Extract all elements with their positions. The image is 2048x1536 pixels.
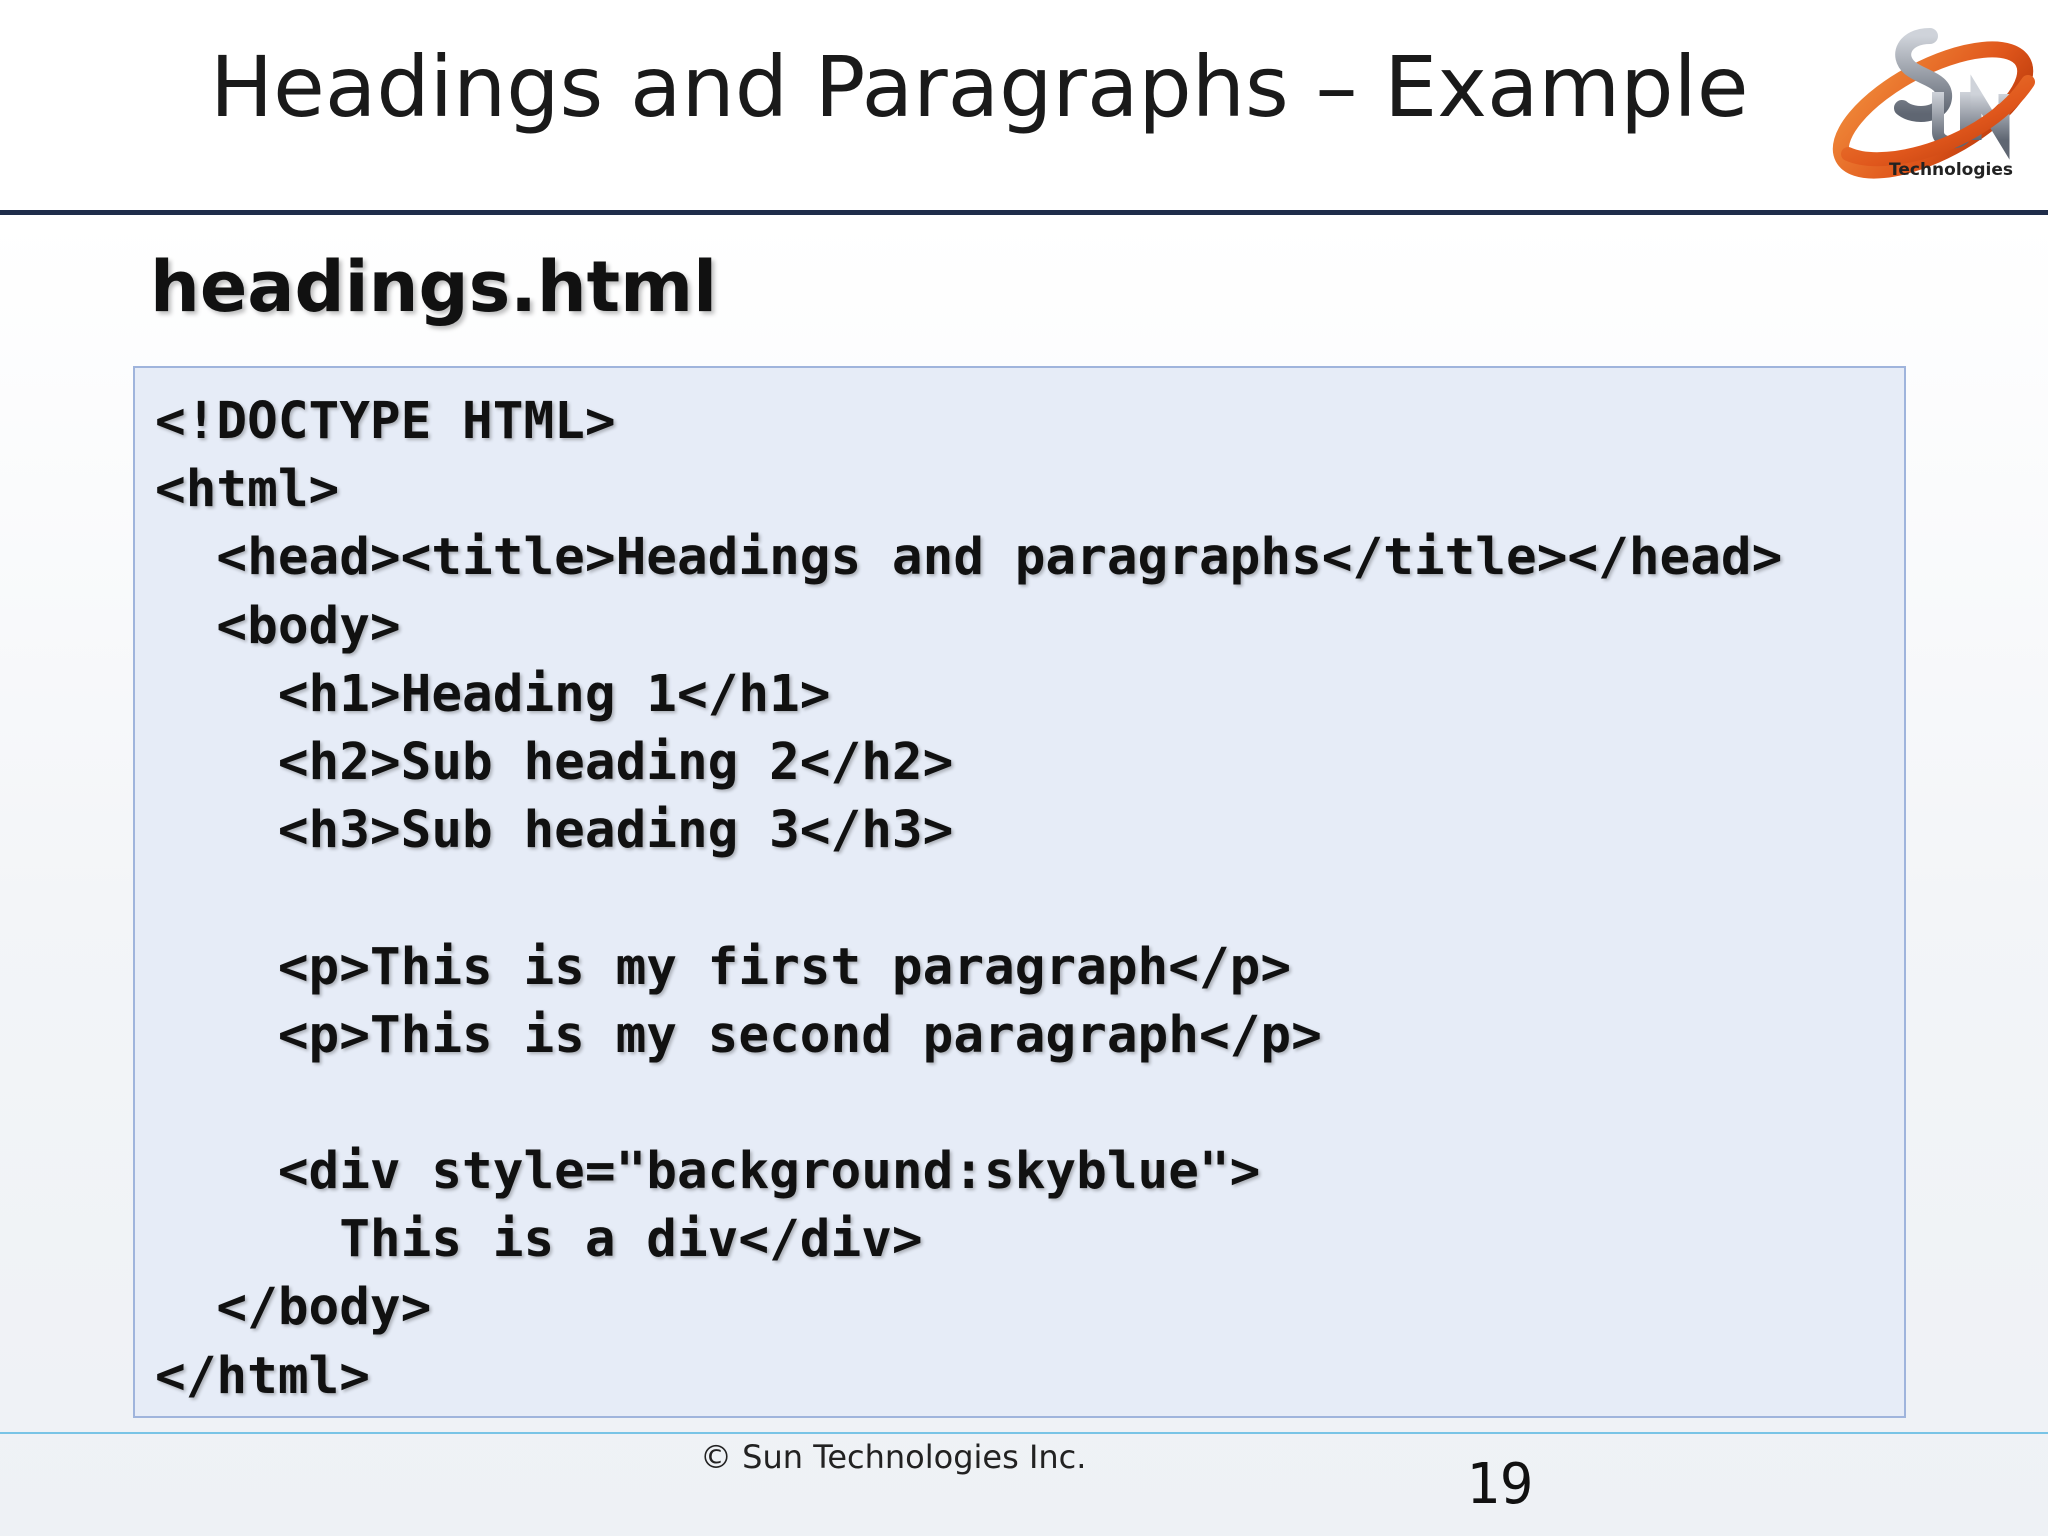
file-name-heading: headings.html [150, 246, 718, 328]
code-line: <h3>Sub heading 3</h3> [155, 801, 954, 861]
code-line: <head><title>Headings and paragraphs</ti… [155, 528, 1783, 588]
code-line: This is a div</div> [155, 1210, 923, 1270]
code-lines: <!DOCTYPE HTML> <html> <head><title>Head… [155, 388, 1782, 1411]
slide-title: Headings and Paragraphs – Example [210, 38, 1749, 136]
code-line: <html> [155, 460, 340, 520]
code-line: <p>This is my second paragraph</p> [155, 1005, 1322, 1065]
logo-caption: Technologies [1889, 160, 2013, 180]
code-line: <div style="background:skyblue"> [155, 1142, 1261, 1202]
header-divider [0, 210, 2048, 215]
code-line: <h1>Heading 1</h1> [155, 664, 831, 724]
code-line: <!DOCTYPE HTML> [155, 392, 616, 451]
code-line: <h2>Sub heading 2</h2> [155, 732, 954, 792]
code-line: </html> [155, 1346, 370, 1406]
code-block: <!DOCTYPE HTML> <html> <head><title>Head… [133, 366, 1906, 1418]
footer-divider [0, 1432, 2048, 1434]
code-line: <p>This is my first paragraph</p> [155, 937, 1292, 997]
code-line: </body> [155, 1278, 432, 1338]
footer-copyright: © Sun Technologies Inc. [700, 1438, 1087, 1476]
code-line: <body> [155, 596, 401, 656]
page-number: 19 [1466, 1452, 1534, 1517]
